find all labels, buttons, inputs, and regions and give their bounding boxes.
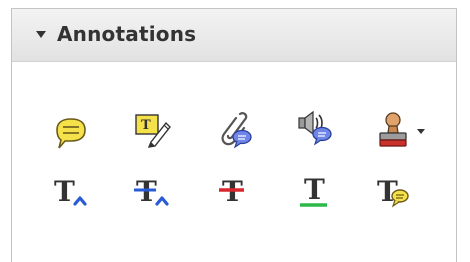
annotations-panel: Annotations T T T T	[11, 8, 457, 262]
strikethrough-button[interactable]: T	[214, 171, 254, 211]
replace-text-icon: T	[134, 175, 169, 208]
attach-file-button[interactable]	[214, 110, 254, 150]
text-callout-button[interactable]: T	[133, 110, 173, 150]
replace-text-button[interactable]: T	[133, 171, 173, 211]
collapse-triangle-icon[interactable]	[36, 31, 46, 38]
stamp-icon	[379, 112, 425, 147]
sticky-note-icon	[56, 118, 86, 149]
insert-text-icon: T	[54, 175, 87, 208]
panel-title: Annotations	[57, 22, 197, 46]
svg-text:T: T	[304, 173, 325, 206]
annotations-panel-header[interactable]: Annotations	[12, 9, 456, 62]
svg-text:T: T	[141, 118, 151, 133]
record-audio-button[interactable]	[296, 108, 336, 148]
underline-icon: T	[300, 173, 327, 207]
svg-text:T: T	[54, 175, 75, 208]
insert-text-button[interactable]: T	[51, 171, 91, 211]
chevron-down-icon	[417, 129, 425, 134]
strikethrough-icon: T	[219, 175, 244, 208]
text-note-icon: T	[377, 175, 409, 208]
text-box-edit-icon: T	[135, 114, 171, 148]
paperclip-note-icon	[221, 112, 252, 149]
speaker-note-icon	[298, 110, 332, 146]
add-note-to-text-button[interactable]: T	[374, 171, 414, 211]
sticky-note-button[interactable]	[51, 115, 91, 155]
underline-button[interactable]: T	[296, 171, 336, 211]
stamp-button[interactable]	[376, 109, 428, 149]
